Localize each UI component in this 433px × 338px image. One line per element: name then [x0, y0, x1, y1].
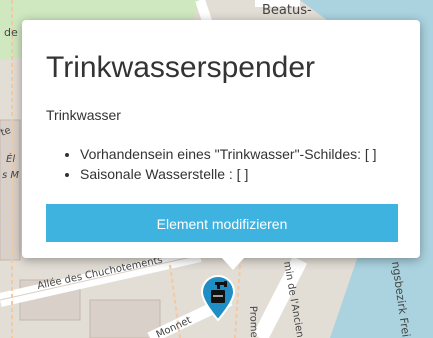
map-label-beatus: Beatus-	[262, 3, 312, 18]
map-label-sm: s M	[2, 170, 19, 181]
modify-element-button[interactable]: Element modifizieren	[46, 204, 398, 242]
popup-title: Trinkwasserspender	[46, 51, 315, 84]
map-label-el: Él	[6, 152, 15, 165]
attribute-item-seasonal: Saisonale Wasserstelle : [ ]	[80, 164, 396, 184]
map-label-de: de	[4, 26, 18, 39]
popup-description: Trinkwasser	[46, 107, 121, 123]
map-marker[interactable]	[200, 274, 236, 322]
popup-pointer	[222, 258, 244, 270]
map-label-prome: Prome	[247, 306, 259, 338]
feature-popup: Trinkwasserspender Trinkwasser Vorhanden…	[22, 20, 420, 270]
attribute-list: Vorhandensein eines "Trinkwasser"-Schild…	[46, 144, 396, 184]
attribute-item-drinking-water-sign: Vorhandensein eines "Trinkwasser"-Schild…	[80, 144, 396, 164]
